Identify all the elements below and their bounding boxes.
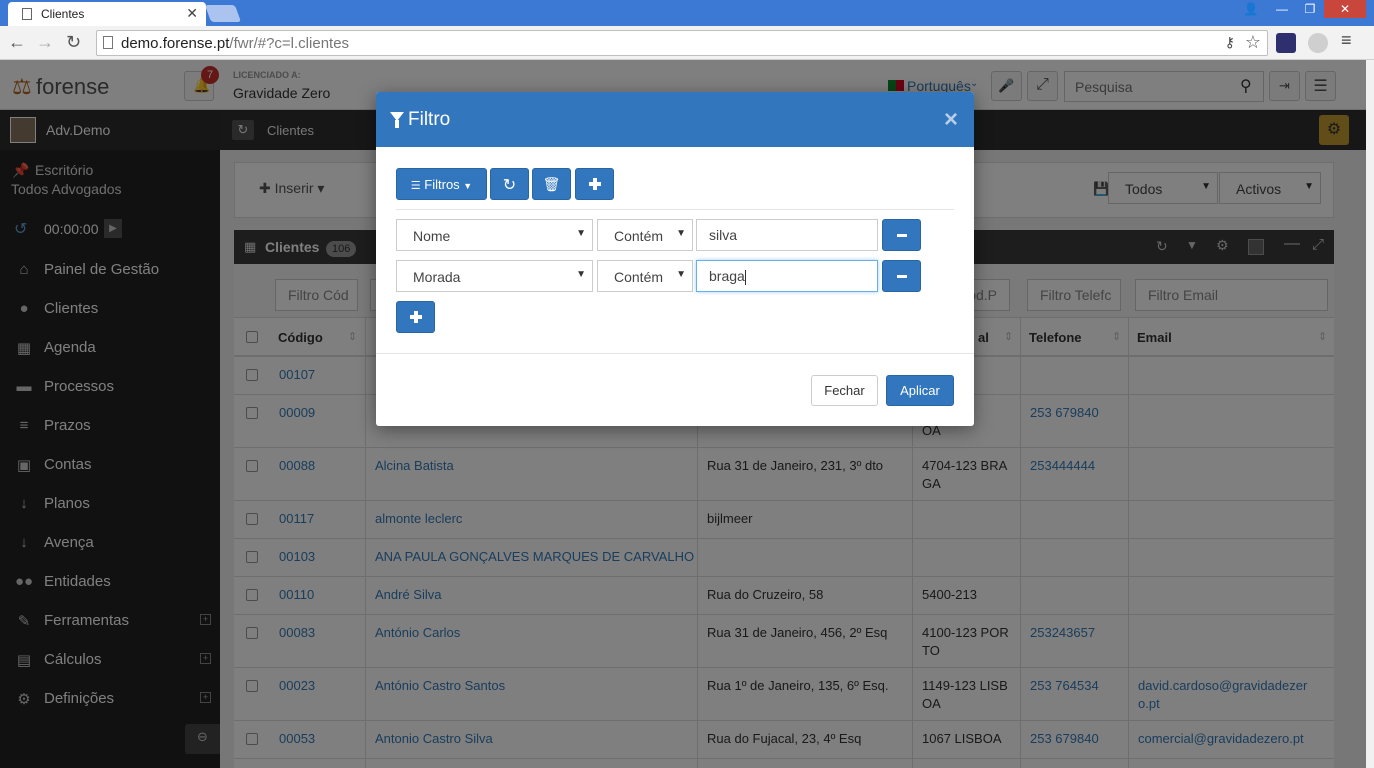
rule-2-value-input[interactable]: braga: [696, 260, 878, 292]
browser-menu-icon[interactable]: ≡: [1341, 30, 1352, 51]
forward-icon[interactable]: →: [36, 32, 54, 53]
reload-icon[interactable]: ↻: [66, 32, 81, 53]
close-button[interactable]: Fechar: [811, 375, 878, 406]
rule-1-value: silva: [709, 227, 738, 243]
filter-icon: [390, 112, 404, 128]
profile-icon[interactable]: 👤: [1240, 0, 1262, 18]
new-tab-button[interactable]: [204, 5, 242, 22]
delete-filters-button[interactable]: 🗑: [532, 168, 571, 200]
close-icon[interactable]: ×: [944, 106, 958, 134]
rule-2-value: braga: [709, 268, 745, 284]
modal-footer-divider: [376, 353, 974, 354]
rule-2-operator: Contém: [614, 269, 664, 285]
caret-icon: ▼: [676, 269, 686, 280]
restore-icon[interactable]: ❐: [1296, 0, 1324, 18]
filter-modal: Filtro × ☰ Filtros ▼ ↻ 🗑 Nome ▼ Contém ▼ s…: [376, 92, 974, 426]
rule-1-operator: Contém: [614, 228, 664, 244]
modal-title: Filtro: [408, 109, 451, 130]
plus-icon: [409, 311, 422, 323]
page-scrollbar[interactable]: [1366, 60, 1374, 768]
rule-1-operator-select[interactable]: Contém ▼: [597, 219, 693, 251]
url-host: demo.forense.pt: [121, 35, 230, 52]
extension-icon[interactable]: [1308, 33, 1328, 53]
minimize-icon[interactable]: —: [1268, 0, 1296, 18]
rule-1-field: Nome: [413, 228, 451, 244]
back-icon[interactable]: ←: [8, 32, 26, 53]
page-icon: [103, 36, 113, 49]
extension-icon[interactable]: [1276, 33, 1296, 53]
rule-2-field: Morada: [413, 269, 461, 285]
rule-2-field-select[interactable]: Morada ▼: [396, 260, 593, 292]
browser-tab[interactable]: Clientes ✕: [8, 2, 206, 26]
filtros-label: Filtros: [424, 177, 460, 192]
filtros-dropdown-button[interactable]: ☰ Filtros ▼: [396, 168, 487, 200]
reset-filters-button[interactable]: ↻: [490, 168, 529, 200]
add-filter-group-button[interactable]: [575, 168, 614, 200]
list-icon: ☰: [410, 180, 421, 192]
page-icon: [22, 8, 32, 20]
rule-2-operator-select[interactable]: Contém ▼: [597, 260, 693, 292]
apply-button[interactable]: Aplicar: [886, 375, 954, 406]
remove-rule-1-button[interactable]: [882, 219, 921, 251]
add-rule-button[interactable]: [396, 301, 435, 333]
text-cursor: [744, 269, 746, 285]
caret-down-icon: ▼: [463, 181, 473, 191]
rule-1-field-select[interactable]: Nome ▼: [396, 219, 593, 251]
refresh-icon: ↻: [502, 177, 517, 194]
bookmark-star-icon[interactable]: ☆: [1245, 32, 1261, 53]
address-bar[interactable]: demo.forense.pt/fwr/#?c=l.clientes ⚷ ☆: [96, 30, 1268, 56]
close-tab-icon[interactable]: ✕: [186, 5, 198, 22]
caret-icon: ▼: [676, 228, 686, 239]
browser-tab-strip: [0, 0, 1374, 26]
divider: [396, 209, 954, 210]
browser-tab-title: Clientes: [41, 7, 85, 21]
rule-1-value-input[interactable]: silva: [696, 219, 878, 251]
window-close-icon[interactable]: ✕: [1324, 0, 1366, 18]
modal-header: Filtro ×: [376, 92, 974, 147]
url-path: /fwr/#?c=l.clientes: [229, 35, 350, 52]
plus-icon: [588, 178, 601, 190]
caret-icon: ▼: [576, 269, 586, 280]
remove-rule-2-button[interactable]: [882, 260, 921, 292]
key-icon[interactable]: ⚷: [1225, 34, 1235, 51]
caret-icon: ▼: [576, 228, 586, 239]
trash-icon: 🗑: [542, 176, 561, 192]
